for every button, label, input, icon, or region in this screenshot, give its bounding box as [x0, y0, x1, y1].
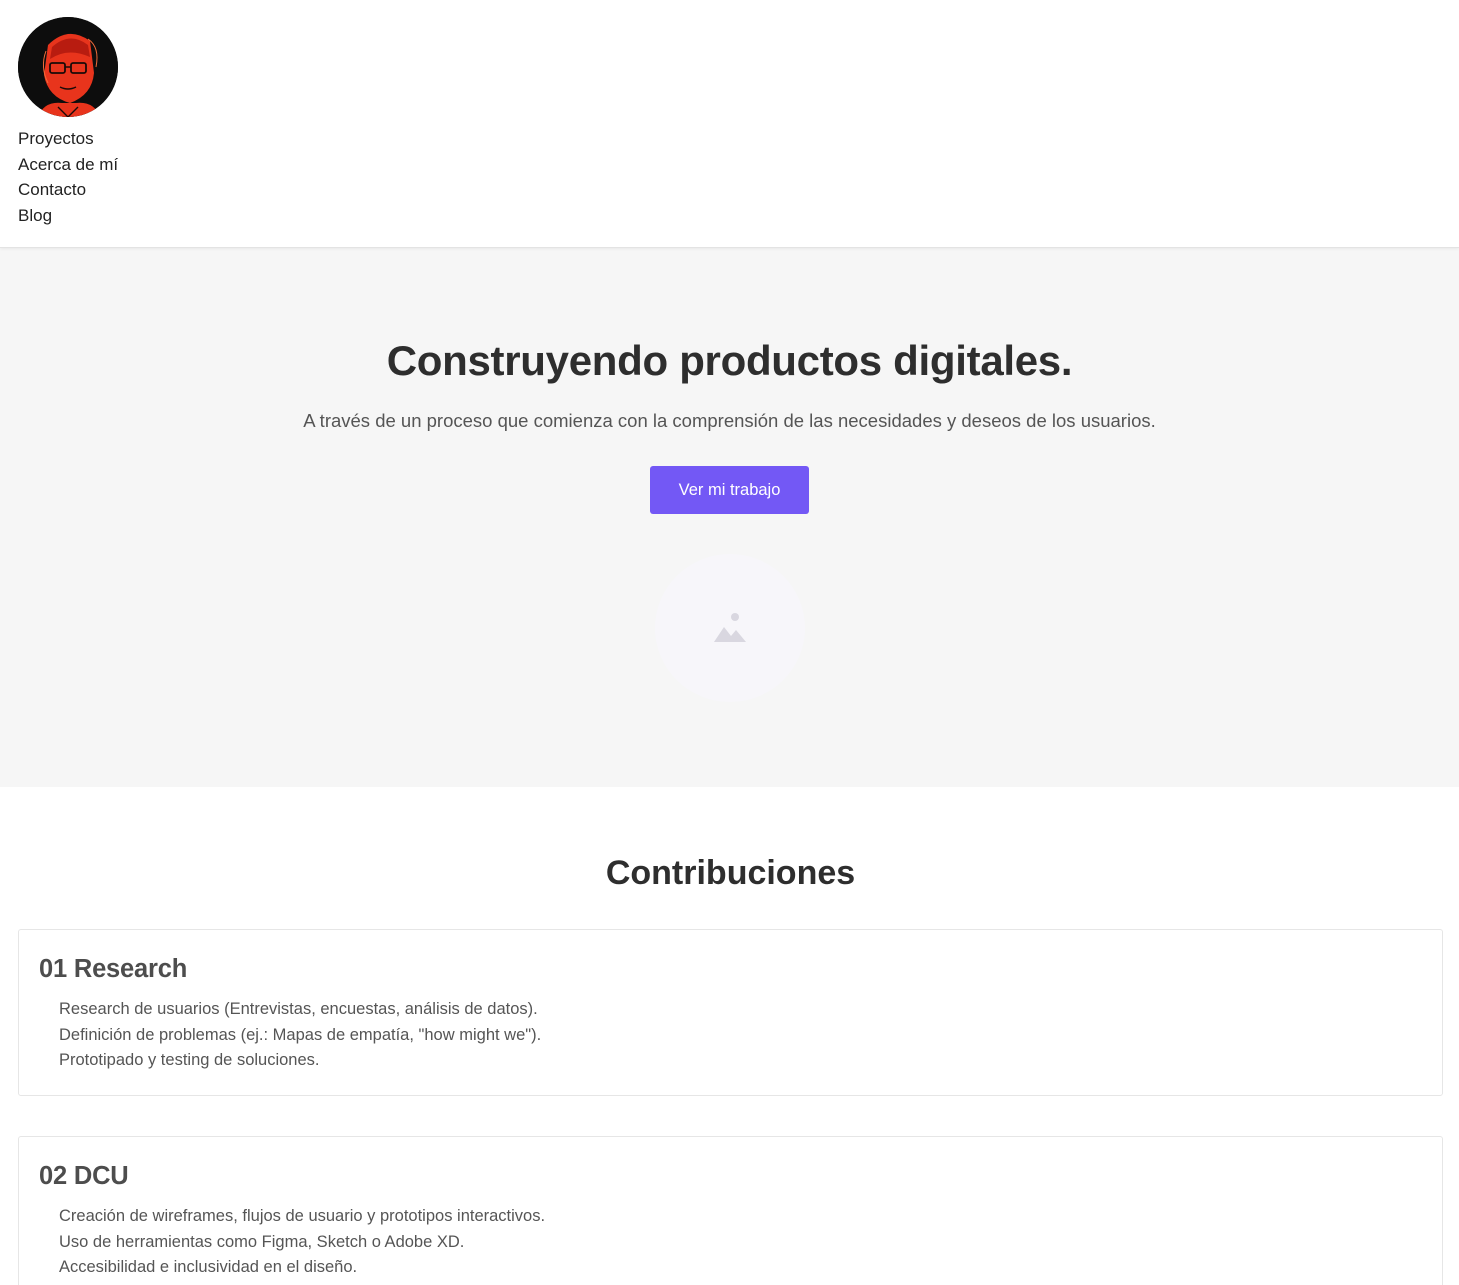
list-item: Creación de wireframes, flujos de usuari…: [59, 1207, 546, 1225]
list-item: Uso de herramientas como Figma, Sketch o…: [59, 1232, 465, 1251]
hero-subtitle: A través de un proceso que comienza con …: [303, 410, 1156, 431]
hero-section: Construyendo productos digitales. A trav…: [0, 248, 1459, 787]
card-list: Creación de wireframes, flujos de usuari…: [39, 1204, 1422, 1281]
contribution-card-dcu: 02 DCU Creación de wireframes, flujos de…: [18, 1136, 1443, 1285]
nav-item-proyectos: Proyectos: [18, 126, 1441, 152]
nav-link-acerca[interactable]: Acerca de mí: [18, 155, 118, 174]
hero-title: Construyendo productos digitales.: [386, 337, 1073, 384]
list-item: Research de usuarios (Entrevistas, encue…: [59, 1000, 538, 1018]
avatar-portrait-image: [18, 17, 118, 117]
list-item: Accesibilidad e inclusividad en el diseñ…: [59, 1258, 358, 1277]
image-placeholder-icon: [713, 613, 746, 642]
nav-link-proyectos[interactable]: Proyectos: [18, 129, 94, 148]
list-item: Definición de problemas (ej.: Mapas de e…: [59, 1025, 542, 1044]
nav-link-contacto[interactable]: Contacto: [18, 180, 86, 199]
view-work-button[interactable]: Ver mi trabajo: [650, 466, 809, 514]
card-list: Research de usuarios (Entrevistas, encue…: [39, 997, 1422, 1074]
contribution-card-research: 01 Research Research de usuarios (Entrev…: [18, 929, 1443, 1096]
nav-item-acerca: Acerca de mí: [18, 152, 1441, 178]
nav-link-blog[interactable]: Blog: [18, 206, 52, 225]
card-title: 02 DCU: [39, 1162, 129, 1190]
avatar[interactable]: [18, 17, 118, 117]
card-title: 01 Research: [39, 955, 188, 983]
list-item: Prototipado y testing de soluciones.: [59, 1051, 320, 1070]
site-header: Proyectos Acerca de mí Contacto Blog: [0, 0, 1459, 248]
contributions-title: Contribuciones: [605, 854, 856, 892]
nav-item-blog: Blog: [18, 203, 1441, 229]
contributions-section: Contribuciones 01 Research Research de u…: [0, 787, 1459, 1285]
nav-item-contacto: Contacto: [18, 177, 1441, 203]
hero-image-placeholder: [654, 554, 805, 702]
main-nav: Proyectos Acerca de mí Contacto Blog: [18, 126, 1441, 229]
